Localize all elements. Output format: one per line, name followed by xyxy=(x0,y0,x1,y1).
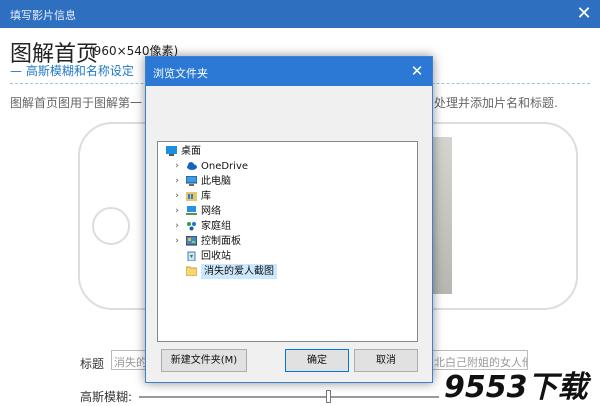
blur-label: 高斯模糊: xyxy=(80,390,133,404)
blur-slider-thumb[interactable] xyxy=(326,390,331,403)
window-title: 填写影片信息 xyxy=(10,9,76,22)
desktop-icon xyxy=(166,146,177,156)
homegroup-icon xyxy=(186,221,197,231)
description-text: 图解首页图用于图解第一 xyxy=(10,96,143,110)
chevron-right-icon[interactable]: › xyxy=(172,234,182,249)
title-label: 标题 xyxy=(80,357,105,371)
folder-icon xyxy=(185,266,198,277)
ok-button[interactable]: 确定 xyxy=(285,349,349,372)
recycle-bin-icon xyxy=(186,251,197,262)
folder-tree[interactable]: 桌面 › OneDrive › 此电脑 › 库 › 网络 › 家庭组 › 控制面… xyxy=(157,141,418,342)
close-icon[interactable]: ✕ xyxy=(572,3,596,25)
watermark-logo: 9553下载 xyxy=(444,370,588,405)
chevron-right-icon[interactable]: › xyxy=(172,189,182,204)
description-text-continued: 处理并添加片名和标题. xyxy=(434,96,558,110)
parent-titlebar: 填写影片信息 ✕ xyxy=(0,0,600,28)
chevron-right-icon[interactable]: › xyxy=(172,204,182,219)
blur-slider-track[interactable] xyxy=(139,396,439,398)
chevron-right-icon[interactable]: › xyxy=(172,174,182,189)
chevron-right-icon[interactable]: › xyxy=(172,219,182,234)
dialog-title: 浏览文件夹 xyxy=(153,67,208,80)
network-icon xyxy=(186,206,197,216)
computer-icon xyxy=(185,175,198,186)
library-icon xyxy=(186,191,197,201)
control-panel-icon xyxy=(185,235,198,246)
onedrive-icon xyxy=(186,161,197,171)
preview-image xyxy=(432,137,452,294)
cancel-button[interactable]: 取消 xyxy=(354,349,418,372)
page-subtitle: — 高斯模糊和名称设定 xyxy=(10,64,134,78)
title-input[interactable]: 消失的 xyxy=(111,350,149,370)
close-icon[interactable]: ✕ xyxy=(406,60,428,82)
browse-folder-dialog: 浏览文件夹 ✕ 桌面 › OneDrive › 此电脑 › 库 › 网络 › 家… xyxy=(145,56,433,383)
new-folder-button[interactable]: 新建文件夹(M) xyxy=(161,349,247,372)
phone-home-button xyxy=(92,207,130,245)
chevron-right-icon[interactable]: › xyxy=(172,159,182,174)
dialog-titlebar: 浏览文件夹 ✕ xyxy=(146,57,432,86)
